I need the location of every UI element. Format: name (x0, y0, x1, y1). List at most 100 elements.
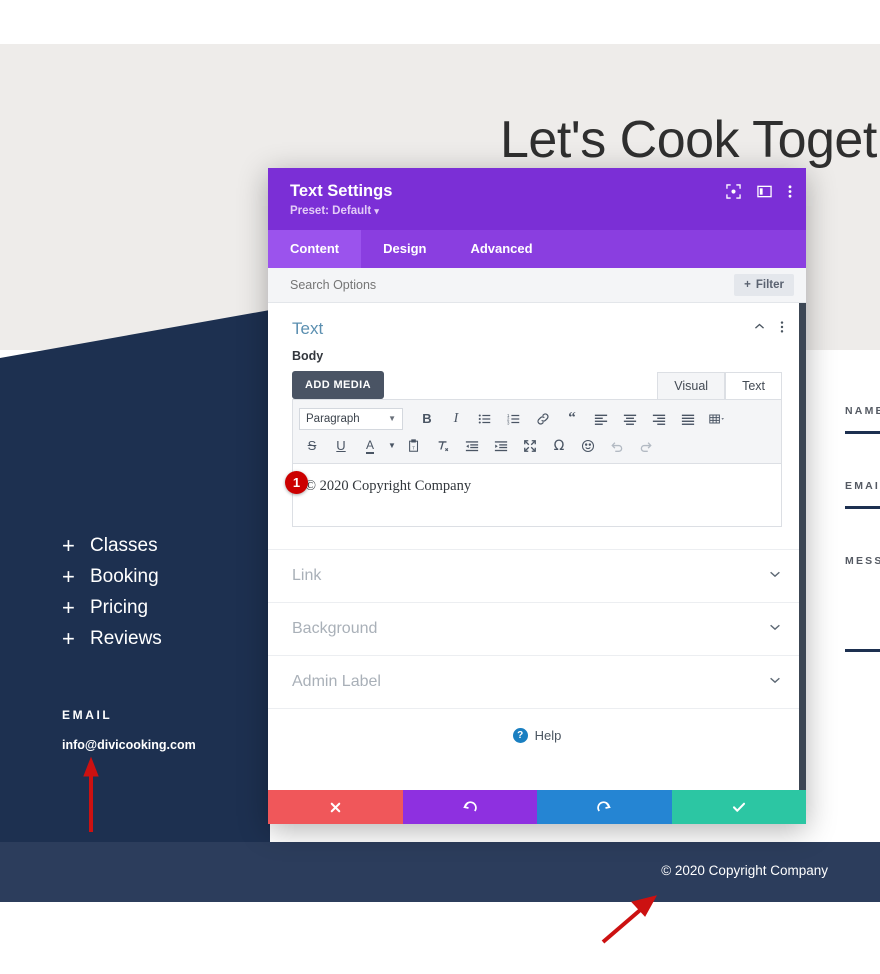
emoji-icon[interactable] (575, 434, 601, 458)
contact-form-column: NAME EMAIL MESSAGE (845, 405, 880, 652)
section-title: Text (292, 319, 324, 338)
body-editor: ADD MEDIA Visual Text Paragraph ▼ B I 1 … (268, 371, 806, 527)
plus-icon: + (62, 625, 75, 651)
annotation-badge-1: 1 (285, 471, 308, 494)
form-label-email: EMAIL (845, 480, 880, 492)
options-accordion: Link Background Admin Label (268, 549, 806, 708)
modal-body: Text Body ADD MEDIA Visual Text Paragrap… (268, 303, 806, 790)
filter-button-label: Filter (755, 279, 784, 291)
toolbar-row-1: Paragraph ▼ B I 123 “ (299, 405, 775, 432)
editor-content-area[interactable]: © 2020 Copyright Company (292, 464, 782, 527)
section-controls (753, 320, 784, 339)
add-media-button[interactable]: ADD MEDIA (292, 371, 384, 399)
modal-scrollbar[interactable] (799, 303, 806, 790)
screenshot-root: Let's Cook Toget + Classes + Booking + P… (0, 0, 880, 974)
underline-icon[interactable]: U (328, 434, 354, 458)
body-field-label: Body (292, 349, 324, 363)
modal-preset-dropdown[interactable]: Preset: Default ▾ (290, 205, 790, 217)
accordion-background[interactable]: Background (268, 602, 806, 655)
nav-item-label: Reviews (90, 627, 162, 649)
redo-icon[interactable] (633, 434, 659, 458)
form-field-message[interactable] (845, 649, 880, 652)
plus-icon: + (62, 532, 75, 558)
italic-icon[interactable]: I (443, 407, 469, 431)
chevron-down-icon: ▼ (388, 414, 396, 423)
editor-top-row: ADD MEDIA Visual Text (292, 371, 782, 399)
align-justify-icon[interactable] (675, 407, 701, 431)
chevron-down-icon[interactable]: ▼ (386, 434, 398, 458)
tab-content[interactable]: Content (268, 230, 362, 268)
chevron-up-icon[interactable] (753, 320, 766, 338)
redo-button[interactable] (537, 790, 672, 824)
hero-heading: Let's Cook Toget (500, 111, 877, 169)
form-field-name[interactable] (845, 431, 880, 434)
checkmark-icon (732, 802, 745, 812)
align-center-icon[interactable] (617, 407, 643, 431)
paragraph-format-select[interactable]: Paragraph ▼ (299, 407, 403, 430)
modal-title: Text Settings (290, 182, 393, 200)
blockquote-icon[interactable]: “ (559, 407, 585, 431)
tab-design[interactable]: Design (361, 230, 448, 268)
focus-target-icon[interactable] (726, 184, 741, 199)
layout-panel-icon[interactable] (757, 184, 772, 199)
sidebar-item-classes[interactable]: + Classes (62, 530, 262, 561)
numbered-list-icon[interactable]: 123 (501, 407, 527, 431)
accordion-label: Background (292, 620, 378, 637)
form-label-name: NAME (845, 405, 880, 417)
table-icon[interactable] (704, 407, 730, 431)
form-field-email[interactable] (845, 506, 880, 509)
accordion-label: Admin Label (292, 673, 381, 690)
bulleted-list-icon[interactable] (472, 407, 498, 431)
indent-icon[interactable] (488, 434, 514, 458)
editor-mode-tabs: Visual Text (657, 372, 782, 399)
email-address[interactable]: info@divicooking.com (62, 738, 196, 752)
outdent-icon[interactable] (459, 434, 485, 458)
sidebar-item-reviews[interactable]: + Reviews (62, 623, 262, 654)
more-vertical-icon[interactable] (788, 184, 792, 199)
modal-scrollbar-thumb[interactable] (799, 303, 806, 790)
accordion-link[interactable]: Link (268, 549, 806, 602)
clear-formatting-icon[interactable] (430, 434, 456, 458)
tab-advanced[interactable]: Advanced (448, 230, 554, 268)
nav-item-label: Pricing (90, 596, 149, 618)
text-section-header[interactable]: Text (268, 303, 806, 349)
editor-toolbar: Paragraph ▼ B I 123 “ S U A ▼ T Ω (292, 399, 782, 464)
special-character-icon[interactable]: Ω (546, 434, 572, 458)
accordion-admin-label[interactable]: Admin Label (268, 655, 806, 708)
undo-icon[interactable] (604, 434, 630, 458)
align-left-icon[interactable] (588, 407, 614, 431)
svg-text:T: T (412, 445, 415, 450)
search-input[interactable] (290, 278, 590, 292)
plus-icon: + (62, 594, 75, 620)
fullscreen-icon[interactable] (517, 434, 543, 458)
strikethrough-icon[interactable]: S (299, 434, 325, 458)
help-button[interactable]: ? Help (268, 708, 806, 762)
nav-item-label: Booking (90, 565, 159, 587)
more-vertical-icon[interactable] (780, 320, 784, 339)
site-nav-list: + Classes + Booking + Pricing + Reviews (62, 530, 262, 654)
modal-preset-label: Preset: Default (290, 205, 372, 217)
chevron-down-icon (768, 567, 782, 586)
text-color-icon[interactable]: A (357, 434, 383, 458)
save-button[interactable] (671, 790, 806, 824)
bold-icon[interactable]: B (414, 407, 440, 431)
close-x-icon (330, 802, 341, 812)
sidebar-item-pricing[interactable]: + Pricing (62, 592, 262, 623)
svg-text:3: 3 (507, 420, 510, 425)
undo-button[interactable] (402, 790, 537, 824)
tab-text[interactable]: Text (725, 372, 782, 399)
text-settings-modal: Text Settings Preset: Default ▾ Content … (268, 168, 806, 824)
filter-button[interactable]: + Filter (734, 274, 794, 296)
nav-item-label: Classes (90, 534, 158, 556)
link-icon[interactable] (530, 407, 556, 431)
paste-as-text-icon[interactable]: T (401, 434, 427, 458)
cancel-button[interactable] (268, 790, 403, 824)
modal-header-icons (726, 184, 792, 199)
form-label-message: MESSAGE (845, 555, 880, 567)
modal-tab-bar: Content Design Advanced (268, 230, 806, 268)
sidebar-item-booking[interactable]: + Booking (62, 561, 262, 592)
align-right-icon[interactable] (646, 407, 672, 431)
paragraph-format-value: Paragraph (306, 412, 360, 425)
redo-arrow-icon (597, 801, 612, 812)
tab-visual[interactable]: Visual (657, 372, 726, 399)
